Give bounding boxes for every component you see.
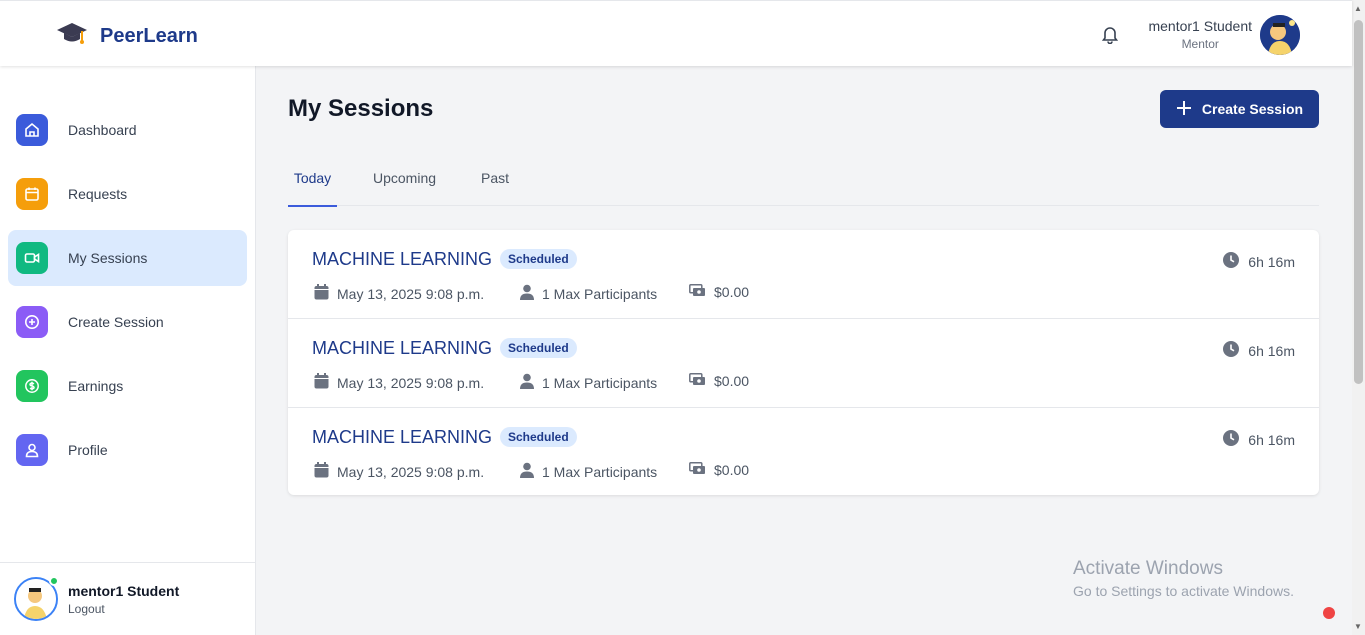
tab-label: Upcoming	[373, 170, 437, 186]
session-price: $0.00	[689, 284, 749, 300]
session-price-text: $0.00	[714, 284, 750, 300]
sidebar-item-profile[interactable]: Profile	[8, 422, 247, 478]
sidebar-item-requests[interactable]: Requests	[8, 166, 247, 222]
tab-label: Past	[481, 170, 510, 186]
user-icon	[16, 434, 48, 466]
header-user-name: mentor1 Student	[1148, 18, 1252, 34]
session-participants: 1 Max Participants	[520, 284, 657, 303]
sidebar-item-dashboard[interactable]: Dashboard	[8, 102, 247, 158]
clock-icon	[1223, 252, 1240, 271]
sidebar-item-label: Create Session	[68, 314, 164, 330]
sidebar-item-create-session[interactable]: Create Session	[8, 294, 247, 350]
session-duration: 6h 16m	[1223, 430, 1295, 449]
tab-today[interactable]: Today	[288, 170, 337, 207]
graduation-cap-icon	[56, 19, 88, 54]
header-user[interactable]: mentor1 Student Mentor	[1148, 18, 1252, 51]
plus-circle-icon	[16, 306, 48, 338]
dollar-icon	[16, 370, 48, 402]
session-date: May 13, 2025 9:08 p.m.	[314, 373, 484, 392]
user-icon	[520, 284, 534, 303]
calendar-icon	[16, 178, 48, 210]
scroll-up-arrow-icon[interactable]: ▲	[1354, 4, 1362, 13]
tab-past[interactable]: Past	[481, 170, 509, 186]
session-date-text: May 13, 2025 9:08 p.m.	[337, 285, 485, 302]
money-icon	[689, 373, 706, 389]
calendar-icon	[314, 284, 329, 303]
brand-name: PeerLearn	[100, 25, 198, 47]
session-title[interactable]: MACHINE LEARNING	[312, 249, 492, 270]
calendar-icon	[314, 373, 329, 392]
page-title: My Sessions	[288, 95, 434, 122]
list-item[interactable]: MACHINE LEARNING Scheduled May 13, 2025 …	[288, 319, 1319, 408]
calendar-icon	[314, 462, 329, 481]
sidebar-item-label: Profile	[68, 442, 108, 458]
session-date-text: May 13, 2025 9:08 p.m.	[337, 463, 485, 480]
header-user-role: Mentor	[1181, 37, 1219, 51]
status-badge: Scheduled	[500, 338, 577, 358]
watermark-subtitle: Go to Settings to activate Windows.	[1073, 583, 1294, 599]
session-date-text: May 13, 2025 9:08 p.m.	[337, 374, 485, 391]
activate-windows-watermark: Activate Windows Go to Settings to activ…	[1073, 558, 1294, 599]
sidebar-item-label: My Sessions	[68, 250, 148, 266]
tab-upcoming[interactable]: Upcoming	[373, 170, 436, 186]
status-badge: Scheduled	[500, 427, 577, 447]
money-icon	[689, 462, 706, 478]
sidebar-footer: mentor1 Student Logout	[0, 562, 255, 635]
session-duration: 6h 16m	[1223, 341, 1295, 360]
session-price-text: $0.00	[714, 462, 750, 478]
session-participants: 1 Max Participants	[520, 373, 657, 392]
clock-icon	[1223, 430, 1240, 449]
sidebar: Dashboard Requests My Sessions Create Se…	[0, 66, 256, 635]
money-icon	[689, 284, 706, 300]
session-participants-text: 1 Max Participants	[542, 463, 658, 480]
video-icon	[16, 242, 48, 274]
page-scrollbar[interactable]: ▲ ▼	[1352, 0, 1365, 635]
session-duration-text: 6h 16m	[1248, 253, 1295, 270]
scroll-down-arrow-icon[interactable]: ▼	[1354, 622, 1362, 631]
top-bar: PeerLearn mentor1 Student Mentor	[0, 0, 1352, 66]
tab-label: Today	[293, 170, 332, 186]
online-status-dot	[49, 576, 59, 586]
session-participants-text: 1 Max Participants	[542, 374, 658, 391]
session-participants-text: 1 Max Participants	[542, 285, 658, 302]
bell-icon[interactable]	[1100, 24, 1120, 49]
session-price-text: $0.00	[714, 373, 750, 389]
sidebar-item-label: Dashboard	[68, 122, 137, 138]
session-duration-text: 6h 16m	[1248, 342, 1295, 359]
sidebar-item-label: Earnings	[68, 378, 124, 394]
session-title[interactable]: MACHINE LEARNING	[312, 427, 492, 448]
session-price: $0.00	[689, 373, 749, 389]
user-icon	[520, 462, 534, 481]
session-price: $0.00	[689, 462, 749, 478]
create-session-label: Create Session	[1201, 101, 1304, 117]
footer-user-name: mentor1 Student	[68, 583, 180, 599]
avatar[interactable]	[1260, 15, 1300, 55]
create-session-button[interactable]: Create Session	[1160, 90, 1319, 128]
plus-icon	[1176, 100, 1192, 119]
home-icon	[16, 114, 48, 146]
session-title[interactable]: MACHINE LEARNING	[312, 338, 492, 359]
session-duration: 6h 16m	[1223, 252, 1295, 271]
status-badge: Scheduled	[500, 249, 577, 269]
active-tab-underline	[288, 205, 337, 207]
session-duration-text: 6h 16m	[1248, 431, 1295, 448]
sidebar-nav: Dashboard Requests My Sessions Create Se…	[8, 102, 247, 486]
scrollbar-thumb[interactable]	[1354, 20, 1363, 384]
logout-link[interactable]: Logout	[68, 602, 105, 616]
session-date: May 13, 2025 9:08 p.m.	[314, 284, 484, 303]
clock-icon	[1223, 341, 1240, 360]
session-tabs: Today Upcoming Past	[288, 158, 1319, 207]
session-participants: 1 Max Participants	[520, 462, 657, 481]
sidebar-item-my-sessions[interactable]: My Sessions	[8, 230, 247, 286]
list-item[interactable]: MACHINE LEARNING Scheduled May 13, 2025 …	[288, 408, 1319, 495]
recording-indicator	[1323, 607, 1335, 619]
watermark-title: Activate Windows	[1073, 558, 1223, 579]
list-item[interactable]: MACHINE LEARNING Scheduled May 13, 2025 …	[288, 230, 1319, 319]
sidebar-item-earnings[interactable]: Earnings	[8, 358, 247, 414]
user-icon	[520, 373, 534, 392]
session-date: May 13, 2025 9:08 p.m.	[314, 462, 484, 481]
brand[interactable]: PeerLearn	[56, 19, 198, 54]
sidebar-item-label: Requests	[68, 186, 128, 202]
session-list: MACHINE LEARNING Scheduled May 13, 2025 …	[288, 230, 1319, 495]
